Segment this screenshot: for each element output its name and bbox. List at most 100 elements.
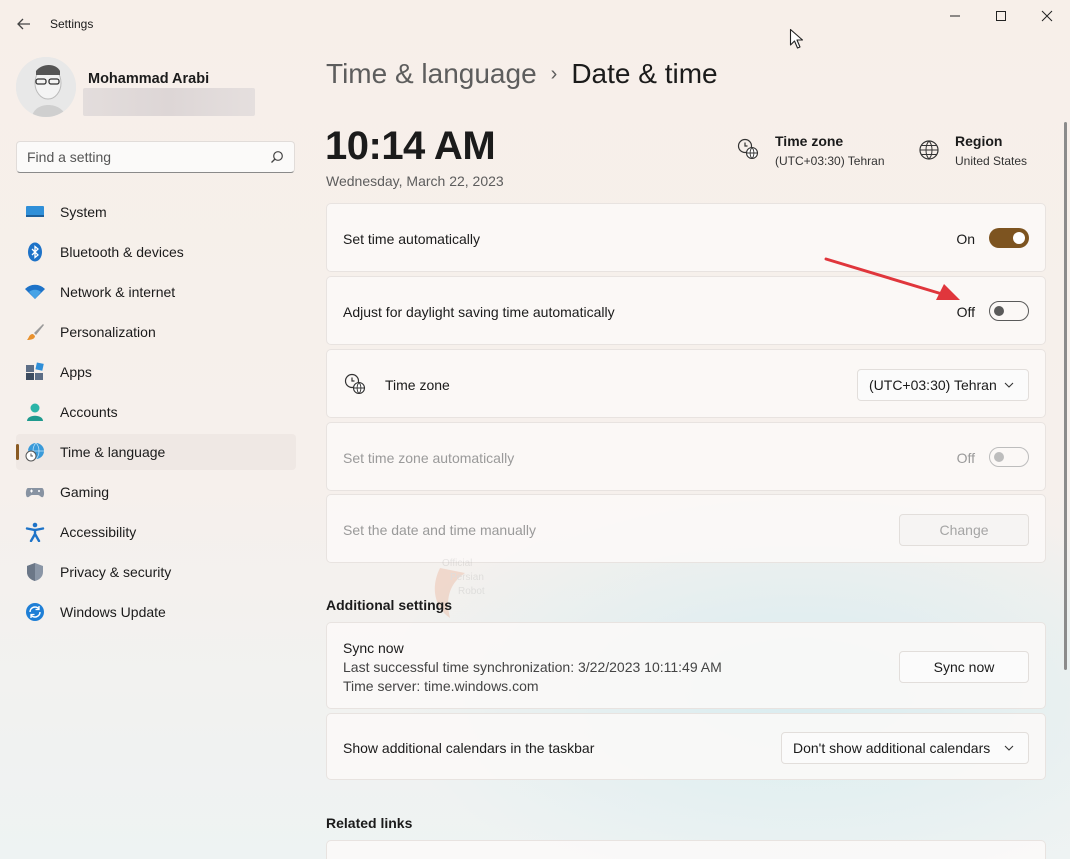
maximize-button[interactable] (978, 0, 1024, 32)
monitor-icon (26, 206, 44, 217)
sync-now-title: Sync now (343, 640, 404, 656)
sync-now-button[interactable]: Sync now (899, 651, 1029, 683)
title-bar: Settings (0, 0, 1070, 48)
timezone-value: (UTC+03:30) Tehran (775, 154, 885, 168)
breadcrumb-parent[interactable]: Time & language (326, 58, 537, 89)
sidebar-item-label: Apps (60, 364, 92, 380)
mouse-cursor-icon (789, 28, 805, 53)
scrollbar[interactable] (1064, 122, 1067, 670)
set-time-zone-automatically-toggle[interactable] (989, 447, 1029, 467)
set-time-zone-automatically-card: Set time zone automatically Off (326, 422, 1046, 491)
sidebar-item-label: Privacy & security (60, 564, 172, 580)
daylight-saving-state: Off (956, 304, 975, 320)
sidebar-item-label: Windows Update (60, 604, 166, 620)
sidebar-item-system[interactable]: System (16, 194, 296, 230)
time-zone-dropdown-value: (UTC+03:30) Tehran (869, 377, 997, 393)
toggle-knob (1013, 232, 1025, 244)
user-photo-icon (16, 57, 76, 117)
timezone-icon (737, 138, 759, 160)
bluetooth-icon (28, 242, 42, 262)
sidebar-item-network[interactable]: Network & internet (16, 274, 296, 310)
set-time-automatically-toggle[interactable] (989, 228, 1029, 248)
globe-icon (919, 140, 939, 160)
user-name: Mohammad Arabi (88, 71, 210, 87)
toggle-knob (994, 306, 1004, 316)
set-time-automatically-state: On (956, 231, 975, 247)
user-email-redacted (83, 88, 255, 116)
sidebar-item-label: Gaming (60, 484, 110, 500)
search-input[interactable]: Find a setting (27, 142, 111, 172)
sidebar-item-label: System (60, 204, 107, 220)
search-icon[interactable] (270, 150, 284, 164)
time-server-text: Time server: time.windows.com (343, 678, 539, 694)
set-time-zone-automatically-label: Set time zone automatically (343, 450, 515, 466)
search-box[interactable]: Find a setting (16, 141, 295, 173)
daylight-saving-toggle[interactable] (989, 301, 1029, 321)
sidebar-item-label: Personalization (60, 324, 156, 340)
minimize-icon (950, 15, 960, 17)
sidebar-item-label: Time & language (60, 444, 166, 460)
set-date-time-manually-label: Set the date and time manually (343, 522, 537, 538)
shield-icon (27, 563, 43, 581)
related-links-card (326, 840, 1046, 859)
additional-calendars-value: Don't show additional calendars (793, 740, 991, 756)
brush-icon (27, 324, 44, 340)
sidebar-item-label: Network & internet (60, 284, 176, 300)
arrow-left-icon (17, 18, 30, 30)
sidebar-nav: System Bluetooth & devices Network & int… (16, 194, 296, 634)
region-title: Region (955, 133, 1003, 149)
related-links-heading: Related links (326, 815, 413, 831)
sidebar-item-windows-update[interactable]: Windows Update (16, 594, 296, 630)
daylight-saving-label: Adjust for daylight saving time automati… (343, 304, 615, 320)
page-title: Date & time (571, 58, 718, 89)
change-button[interactable]: Change (899, 514, 1029, 546)
watermark-logo: Official Persian Robot (434, 558, 485, 618)
timezone-icon (344, 373, 366, 395)
sidebar-item-bluetooth[interactable]: Bluetooth & devices (16, 234, 296, 270)
minimize-button[interactable] (932, 0, 978, 32)
person-icon (27, 403, 43, 421)
additional-calendars-card: Show additional calendars in the taskbar… (326, 713, 1046, 780)
sidebar-item-accounts[interactable]: Accounts (16, 394, 296, 430)
additional-calendars-dropdown[interactable]: Don't show additional calendars (781, 732, 1029, 764)
globe-clock-icon (25, 442, 44, 462)
sidebar-item-apps[interactable]: Apps (16, 354, 296, 390)
sync-now-card: Sync now Last successful time synchroniz… (326, 622, 1046, 709)
wifi-icon (25, 284, 45, 299)
time-zone-dropdown[interactable]: (UTC+03:30) Tehran (857, 369, 1029, 401)
accessibility-icon (25, 522, 45, 542)
sidebar-item-accessibility[interactable]: Accessibility (16, 514, 296, 550)
breadcrumb: Time & language › Date & time (326, 58, 718, 90)
sidebar-item-label: Accounts (60, 404, 118, 420)
sidebar-item-label: Bluetooth & devices (60, 244, 184, 260)
maximize-icon (996, 11, 1006, 21)
current-time: 10:14 AM (325, 124, 496, 168)
app-title: Settings (50, 17, 94, 31)
chevron-down-icon (1004, 382, 1014, 388)
sidebar-item-privacy[interactable]: Privacy & security (16, 554, 296, 590)
region-value: United States (955, 154, 1028, 168)
time-zone-card: Time zone (UTC+03:30) Tehran (326, 349, 1046, 418)
close-button[interactable] (1024, 0, 1070, 32)
svg-text:Robot: Robot (458, 586, 485, 597)
time-zone-label: Time zone (385, 377, 450, 393)
timezone-title: Time zone (775, 133, 844, 149)
sidebar-item-time-language[interactable]: Time & language (16, 434, 296, 470)
avatar[interactable] (16, 57, 76, 117)
back-button[interactable] (12, 12, 36, 36)
set-time-zone-automatically-state: Off (956, 450, 975, 466)
current-date: Wednesday, March 22, 2023 (326, 173, 504, 189)
additional-settings-heading: Additional settings (326, 597, 452, 613)
svg-text:Official: Official (442, 558, 472, 569)
annotation-arrow-icon (824, 257, 960, 300)
sidebar-item-personalization[interactable]: Personalization (16, 314, 296, 350)
additional-calendars-label: Show additional calendars in the taskbar (343, 740, 595, 756)
sidebar-item-gaming[interactable]: Gaming (16, 474, 296, 510)
chevron-right-icon: › (550, 63, 558, 85)
set-time-automatically-label: Set time automatically (343, 231, 480, 247)
gamepad-icon (25, 488, 45, 498)
chevron-down-icon (1004, 745, 1014, 751)
toggle-knob (994, 452, 1004, 462)
close-icon (1041, 10, 1053, 22)
sidebar-item-label: Accessibility (60, 524, 137, 540)
